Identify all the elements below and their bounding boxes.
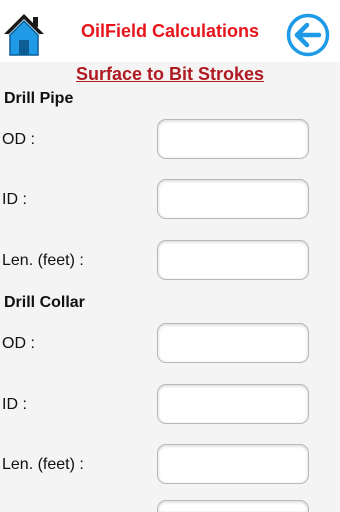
drill-pipe-heading: Drill Pipe [4, 90, 74, 107]
drill-collar-od-input[interactable] [157, 323, 309, 363]
next-input-partial[interactable] [157, 500, 309, 512]
page-title: Surface to Bit Strokes [75, 64, 265, 84]
drill-collar-od-label: OD : [2, 335, 35, 352]
drill-collar-length-label: Len. (feet) : [2, 456, 84, 473]
back-button[interactable] [285, 12, 331, 58]
drill-collar-length-input[interactable] [157, 444, 309, 484]
drill-pipe-id-label: ID : [2, 191, 27, 208]
drill-collar-id-label: ID : [2, 396, 27, 413]
drill-pipe-id-input[interactable] [157, 179, 309, 219]
back-arrow-icon [286, 13, 330, 57]
drill-pipe-od-label: OD : [2, 131, 35, 148]
drill-pipe-length-label: Len. (feet) : [2, 252, 84, 269]
drill-pipe-od-input[interactable] [157, 119, 309, 159]
drill-collar-id-input[interactable] [157, 384, 309, 424]
drill-collar-heading: Drill Collar [4, 294, 85, 311]
drill-pipe-length-input[interactable] [157, 240, 309, 280]
header-bar: OilField Calculations [0, 0, 340, 62]
